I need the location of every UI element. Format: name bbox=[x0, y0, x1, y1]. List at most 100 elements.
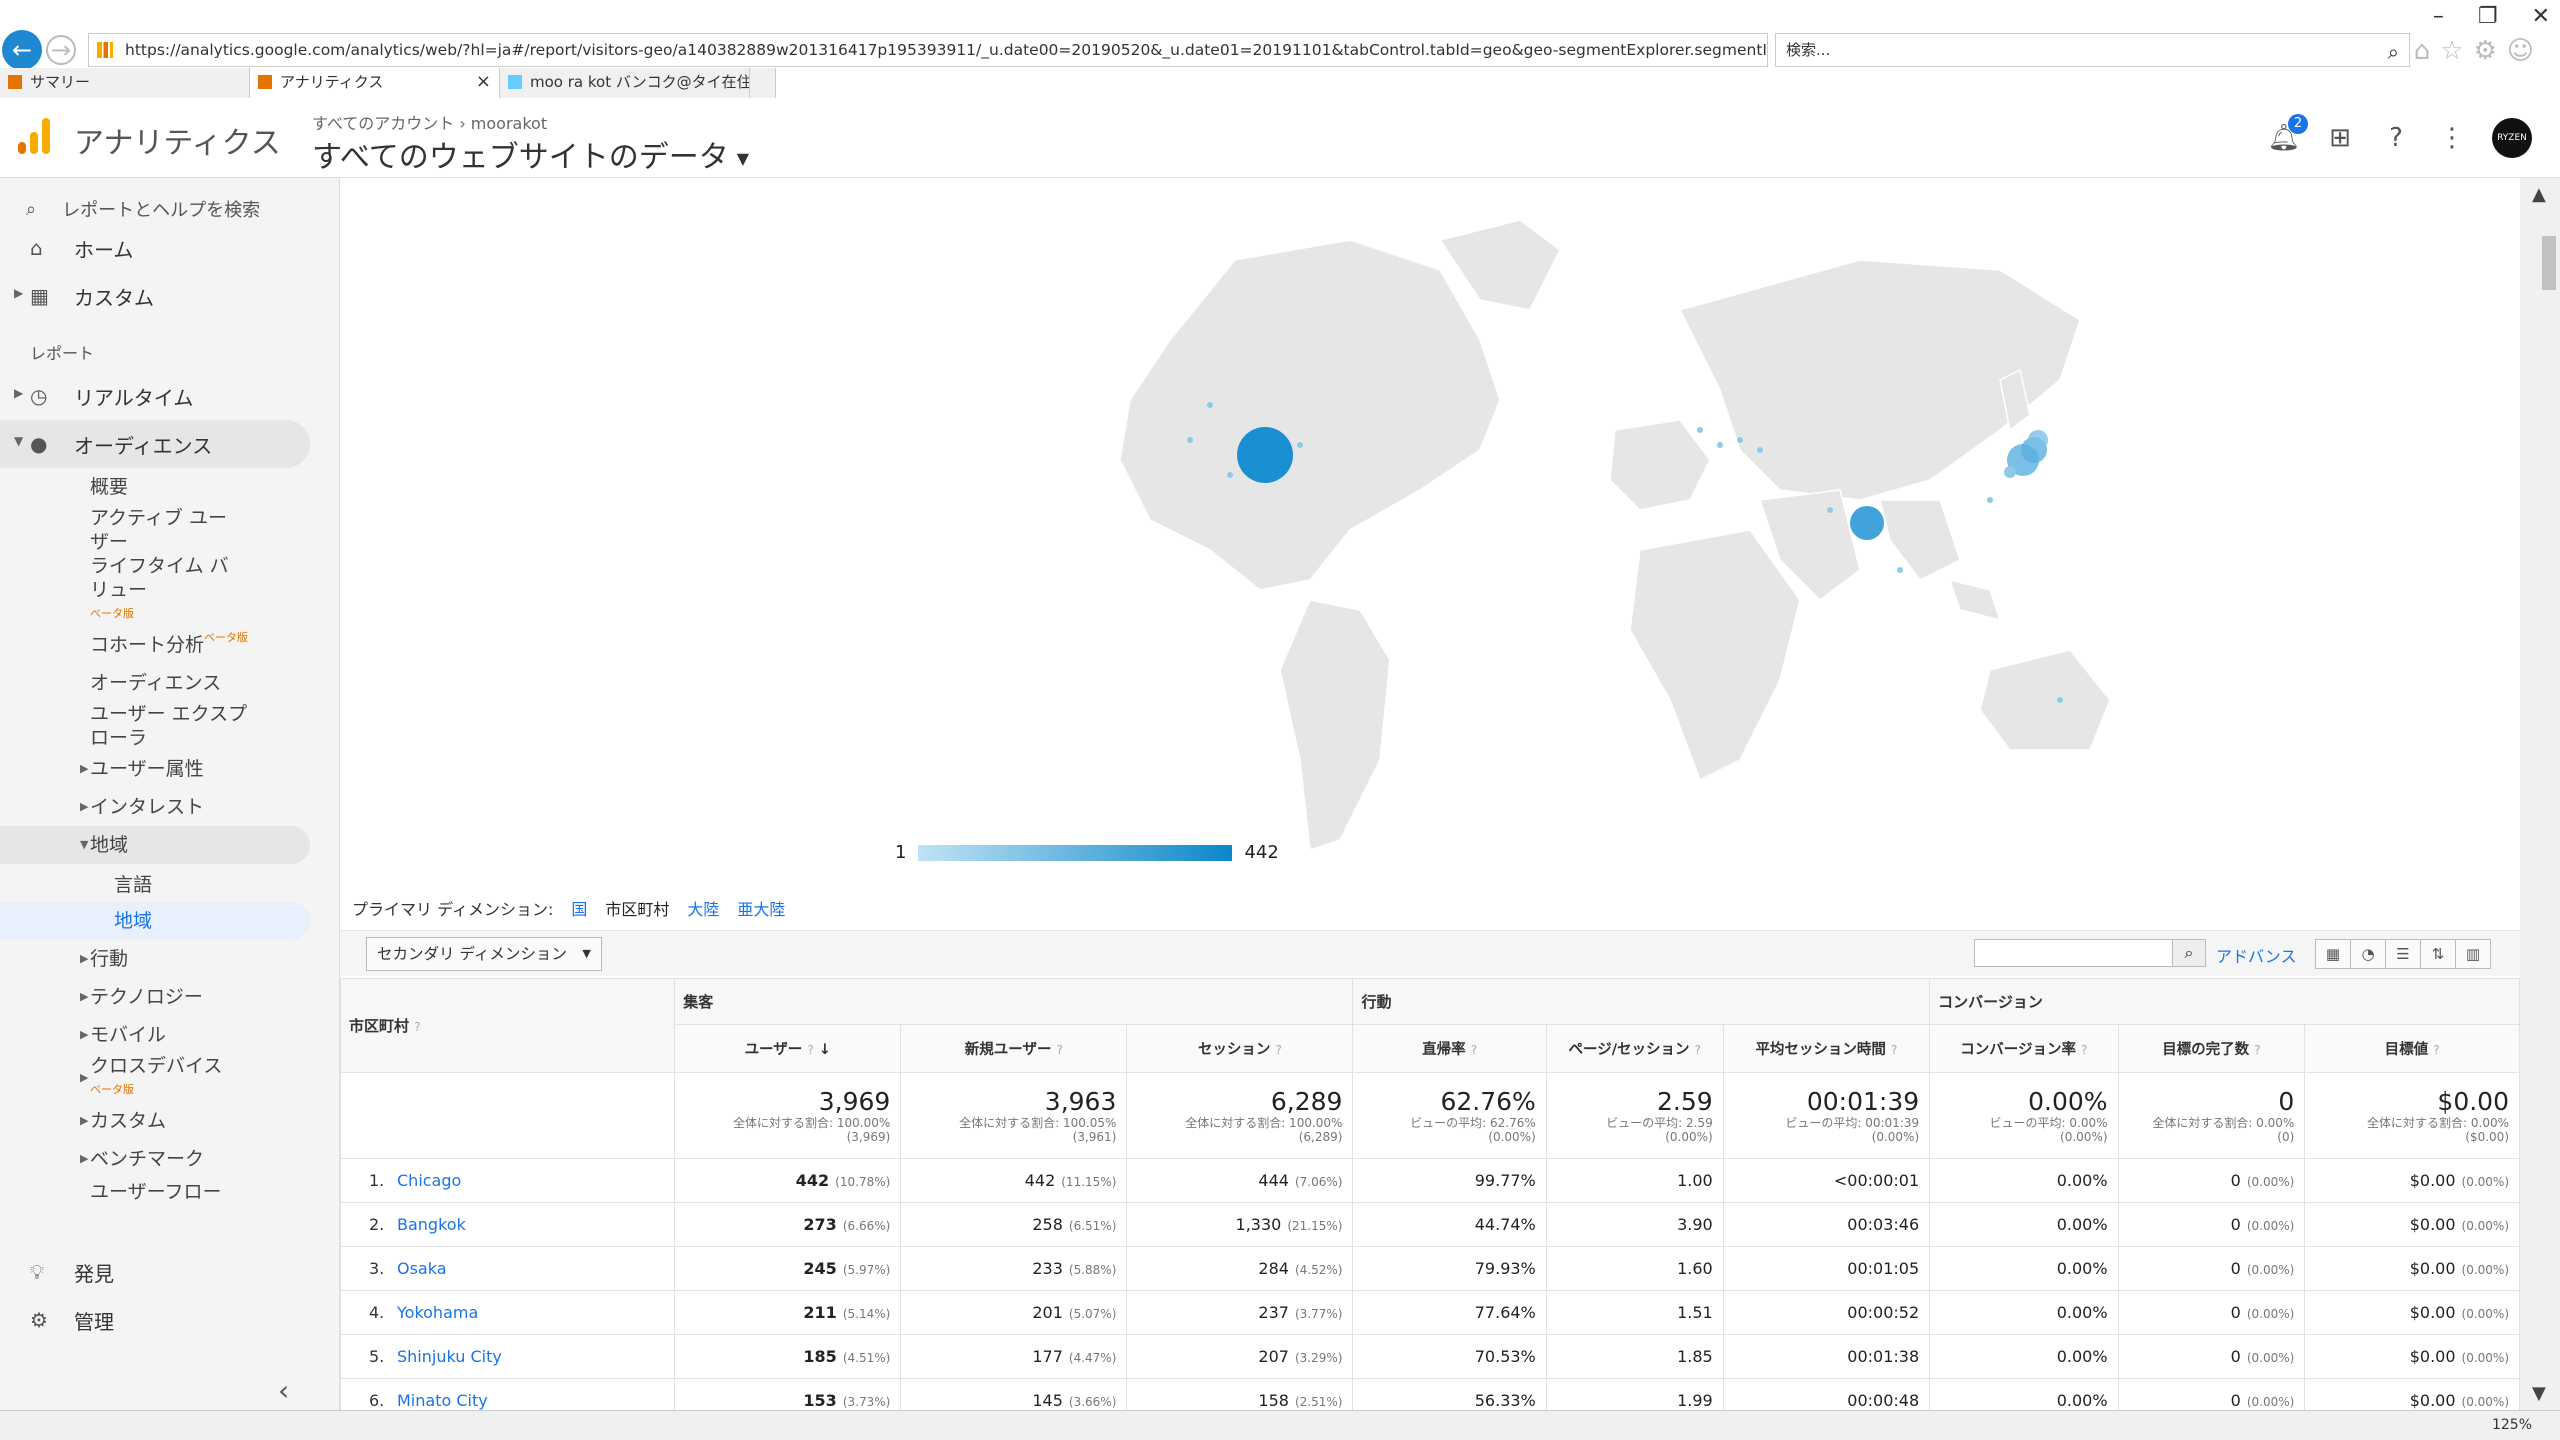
sidebar-sub-geo[interactable]: ▼ 地域 bbox=[0, 826, 310, 864]
zoom-level[interactable]: 125% bbox=[2492, 1417, 2532, 1433]
bubble-chicago[interactable] bbox=[1237, 427, 1293, 483]
address-bar[interactable]: https://analytics.google.com/analytics/w… bbox=[88, 33, 1768, 67]
col-users[interactable]: ユーザー ? ↓ bbox=[674, 1024, 902, 1073]
col-goal-completions[interactable]: 目標の完了数 ? bbox=[2117, 1024, 2306, 1073]
help-icon[interactable]: ? bbox=[1057, 1043, 1063, 1057]
secondary-dimension-dropdown[interactable]: セカンダリ ディメンション ▼ bbox=[366, 937, 602, 971]
more-button[interactable]: ⋮ bbox=[2436, 122, 2468, 154]
new-users-value: 442 bbox=[1024, 1171, 1056, 1190]
col-bounce-rate[interactable]: 直帰率 ? bbox=[1352, 1024, 1547, 1073]
table-view-icon[interactable]: ▦ bbox=[2315, 939, 2351, 969]
help-icon[interactable]: ? bbox=[1471, 1043, 1477, 1057]
bubble-bangkok[interactable] bbox=[1850, 506, 1884, 540]
help-icon[interactable]: ? bbox=[414, 1020, 420, 1034]
col-sessions[interactable]: セッション ? bbox=[1126, 1024, 1354, 1073]
browser-search-input[interactable]: 検索... ⌕ bbox=[1775, 33, 2410, 67]
help-icon[interactable]: ? bbox=[1276, 1043, 1282, 1057]
help-icon[interactable]: ? bbox=[1891, 1043, 1897, 1057]
goal-value-cell: $0.00 (0.00%) bbox=[2304, 1290, 2520, 1335]
city-link[interactable]: Shinjuku City bbox=[397, 1347, 502, 1366]
sidebar-item-admin[interactable]: ⚙ 管理 bbox=[0, 1296, 339, 1344]
tab-close-icon[interactable]: × bbox=[476, 68, 491, 96]
table-search-button[interactable]: ⌕ bbox=[2172, 939, 2206, 967]
advanced-filter-link[interactable]: アドバンス bbox=[2216, 943, 2296, 967]
city-link[interactable]: Chicago bbox=[397, 1171, 461, 1190]
col-avg-duration[interactable]: 平均セッション時間 ? bbox=[1722, 1024, 1931, 1073]
help-icon[interactable]: ? bbox=[2081, 1043, 2087, 1057]
pie-view-icon[interactable]: ◔ bbox=[2350, 939, 2386, 969]
comparison-view-icon[interactable]: ⇅ bbox=[2420, 939, 2456, 969]
tab-blog[interactable]: moo ra kot バンコク@タイ在住／... bbox=[500, 68, 750, 98]
dim-header[interactable]: 市区町村 ? bbox=[340, 978, 676, 1073]
smiley-icon[interactable]: ☺ bbox=[2507, 36, 2544, 66]
sidebar-sub-interests[interactable]: ▶ インタレスト bbox=[0, 788, 339, 826]
bubble-tokyo[interactable] bbox=[2028, 430, 2048, 450]
favorites-star-icon[interactable]: ☆ bbox=[2440, 36, 2473, 66]
dimension-country[interactable]: 国 bbox=[571, 896, 587, 920]
help-icon[interactable]: ? bbox=[1695, 1043, 1701, 1057]
col-conversion-rate[interactable]: コンバージョン率 ? bbox=[1929, 1024, 2119, 1073]
minimize-icon[interactable]: – bbox=[2433, 4, 2444, 29]
sidebar-item-audience[interactable]: ▼ ● オーディエンス bbox=[0, 420, 310, 468]
col-pages-per-session[interactable]: ページ/セッション ? bbox=[1545, 1024, 1724, 1073]
table-filter-input[interactable] bbox=[1974, 939, 2174, 967]
sidebar-item-custom[interactable]: ▶ ▦ カスタム bbox=[0, 272, 339, 320]
sidebar-sub-technology[interactable]: ▶ テクノロジー bbox=[0, 978, 339, 1016]
sidebar-sub-cohort[interactable]: コホート分析 ベータ版 bbox=[0, 626, 339, 664]
city-link[interactable]: Minato City bbox=[397, 1391, 488, 1410]
settings-gear-icon[interactable]: ⚙ bbox=[2474, 36, 2507, 66]
sidebar-sub-cross-device[interactable]: ▶ クロスデバイス ベータ版 bbox=[0, 1054, 339, 1102]
dimension-continent[interactable]: 大陸 bbox=[687, 896, 719, 920]
restore-icon[interactable]: ❐ bbox=[2478, 4, 2498, 29]
breadcrumb[interactable]: すべてのアカウント › moorakot bbox=[312, 110, 547, 134]
sidebar-sub-demographics[interactable]: ▶ ユーザー属性 bbox=[0, 750, 339, 788]
sidebar-sub-user-flow[interactable]: ユーザーフロー bbox=[0, 1178, 339, 1206]
help-button[interactable]: ? bbox=[2380, 122, 2412, 154]
sidebar-item-realtime[interactable]: ▶ ◷ リアルタイム bbox=[0, 372, 339, 420]
performance-view-icon[interactable]: ☰ bbox=[2385, 939, 2421, 969]
city-link[interactable]: Bangkok bbox=[397, 1215, 466, 1234]
collapse-sidebar-icon[interactable]: ‹ bbox=[278, 1374, 289, 1407]
back-button[interactable]: ← bbox=[2, 30, 42, 70]
sidebar-sub-audiences[interactable]: オーディエンス bbox=[0, 664, 339, 702]
sidebar-sub-location[interactable]: 地域 bbox=[0, 902, 310, 940]
scroll-thumb[interactable] bbox=[2542, 236, 2556, 290]
sidebar-sub-ltv[interactable]: ライフタイム バリュー ベータ版 bbox=[0, 554, 240, 626]
sidebar-sub-overview[interactable]: 概要 bbox=[0, 468, 339, 506]
sidebar-sub-mobile[interactable]: ▶ モバイル bbox=[0, 1016, 339, 1054]
help-icon[interactable]: ? bbox=[2433, 1043, 2439, 1057]
sessions-pct: (21.15%) bbox=[1287, 1219, 1343, 1233]
sidebar-sub-active-users[interactable]: アクティブ ユーザー bbox=[0, 506, 240, 554]
forward-button[interactable]: → bbox=[46, 35, 76, 65]
city-link[interactable]: Osaka bbox=[397, 1259, 447, 1278]
goal-value-cell: $0.00 (0.00%) bbox=[2304, 1202, 2520, 1247]
sidebar-item-discover[interactable]: 💡︎ 発見 bbox=[0, 1248, 339, 1296]
table-toolbar: セカンダリ ディメンション ▼ ⌕ アドバンス ▦ ◔ ☰ ⇅ ▥ bbox=[340, 930, 2520, 976]
page-scrollbar[interactable]: ▲ ▼ bbox=[2520, 178, 2560, 1410]
apps-button[interactable]: ⊞ bbox=[2324, 122, 2356, 154]
sidebar-sub-behavior[interactable]: ▶ 行動 bbox=[0, 940, 339, 978]
close-icon[interactable]: ✕ bbox=[2532, 4, 2550, 29]
sidebar-item-home[interactable]: ⌂ ホーム bbox=[0, 224, 339, 272]
city-link[interactable]: Yokohama bbox=[397, 1303, 478, 1322]
sidebar-sub-benchmark[interactable]: ▶ ベンチマーク bbox=[0, 1140, 339, 1178]
home-icon[interactable]: ⌂ bbox=[2414, 36, 2441, 66]
scroll-down-icon[interactable]: ▼ bbox=[2532, 1383, 2546, 1404]
new-tab-button[interactable] bbox=[750, 68, 776, 98]
avatar[interactable]: RYZEN bbox=[2492, 118, 2532, 158]
sidebar-sub-user-explorer[interactable]: ユーザー エクスプローラ bbox=[0, 702, 250, 750]
sidebar-sub-custom[interactable]: ▶ カスタム bbox=[0, 1102, 339, 1140]
help-icon[interactable]: ? bbox=[807, 1043, 813, 1057]
dimension-subcontinent[interactable]: 亜大陸 bbox=[737, 896, 785, 920]
pivot-view-icon[interactable]: ▥ bbox=[2455, 939, 2491, 969]
notifications-button[interactable]: 🔔︎ 2 bbox=[2268, 114, 2308, 154]
scroll-up-icon[interactable]: ▲ bbox=[2532, 184, 2546, 205]
search-icon[interactable]: ⌕ bbox=[2388, 36, 2399, 68]
tab-summary[interactable]: サマリー bbox=[0, 68, 250, 98]
col-goal-value[interactable]: 目標値 ? bbox=[2304, 1024, 2520, 1073]
tab-analytics[interactable]: アナリティクス × bbox=[250, 68, 500, 98]
col-new-users[interactable]: 新規ユーザー ? bbox=[900, 1024, 1128, 1073]
help-icon[interactable]: ? bbox=[2254, 1043, 2260, 1057]
sidebar-sub-language[interactable]: 言語 bbox=[0, 864, 339, 902]
property-selector[interactable]: すべてのウェブサイトのデータ ▼ bbox=[312, 132, 749, 176]
